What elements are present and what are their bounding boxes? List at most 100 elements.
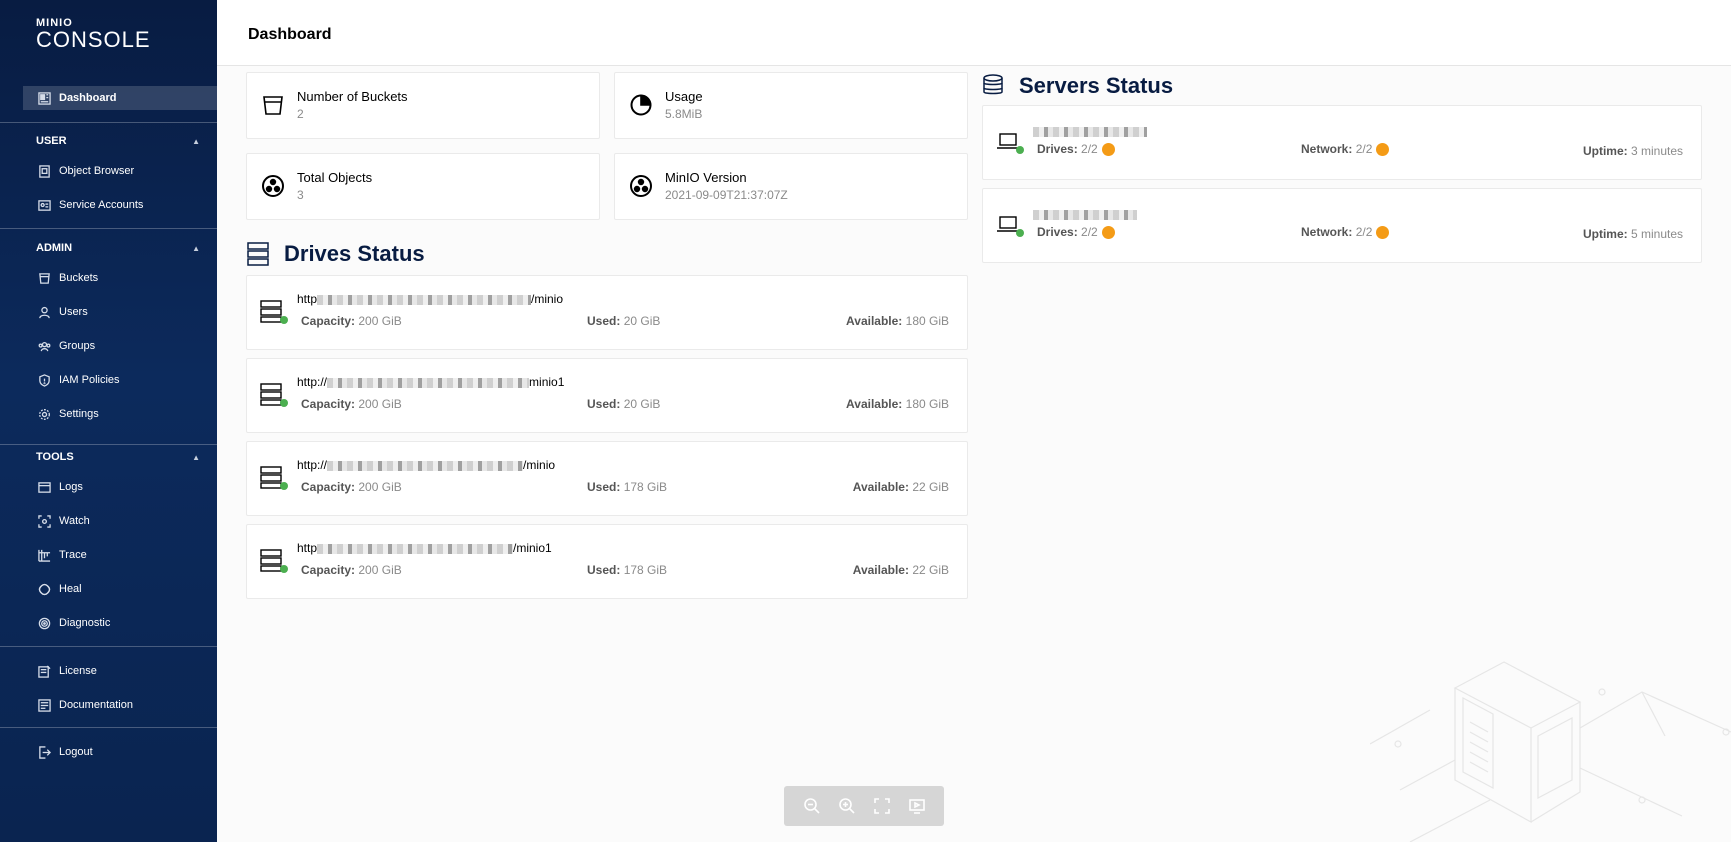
- usage-card: Usage 5.8MiB: [614, 72, 968, 139]
- screen-capture-icon[interactable]: [908, 797, 926, 815]
- server-drives: Drives: 2/2: [1037, 225, 1115, 240]
- card-label: Total Objects: [297, 170, 373, 185]
- server-network: Network: 2/2: [1301, 142, 1390, 157]
- chevron-up-icon: ▲: [192, 452, 200, 462]
- section-tools[interactable]: TOOLS ▲: [36, 451, 200, 463]
- section-user-label: USER: [36, 135, 67, 147]
- fullscreen-icon[interactable]: [873, 797, 891, 815]
- sidebar-item-logout[interactable]: Logout: [23, 740, 217, 764]
- card-value: 2021-09-09T21:37:07Z: [665, 188, 788, 202]
- sidebar-item-license[interactable]: License: [23, 659, 217, 683]
- logout-icon: [37, 745, 51, 759]
- server-uptime: Uptime: 3 minutes: [1582, 144, 1683, 158]
- section-tools-label: TOOLS: [36, 451, 74, 463]
- dashboard-icon: [37, 91, 51, 105]
- drives-status-title: Drives Status: [284, 241, 425, 266]
- license-icon: [37, 664, 51, 678]
- card-value: 5.8MiB: [665, 107, 703, 121]
- sidebar-item-watch[interactable]: Watch: [23, 509, 217, 533]
- sidebar-divider: [0, 228, 217, 229]
- drive-available: Available: 180 GiB: [846, 314, 949, 328]
- drive-capacity: Capacity: 200 GiB: [301, 397, 402, 411]
- sidebar-item-label: IAM Policies: [59, 374, 120, 386]
- documentation-icon: [37, 698, 51, 712]
- sidebar-divider: [0, 122, 217, 123]
- page-header: Dashboard: [217, 0, 1731, 66]
- sidebar-item-diagnostic[interactable]: Diagnostic: [23, 611, 217, 635]
- section-admin[interactable]: ADMIN ▲: [36, 242, 200, 254]
- drive-available: Available: 22 GiB: [852, 480, 949, 494]
- drives-status-heading: Drives Status: [246, 241, 425, 267]
- sidebar-item-label: Buckets: [59, 272, 99, 284]
- online-status-dot: [280, 482, 288, 490]
- object-browser-icon: [37, 164, 51, 178]
- chevron-up-icon: ▲: [192, 243, 200, 253]
- sidebar-item-settings[interactable]: Settings: [23, 402, 217, 426]
- logo-big-text: CONSOLE: [36, 27, 151, 52]
- version-icon: [629, 174, 655, 200]
- minio-console-logo[interactable]: MINIO CONSOLE: [36, 18, 151, 51]
- sidebar-item-heal[interactable]: Heal: [23, 577, 217, 601]
- logs-icon: [37, 480, 51, 494]
- sidebar-item-label: Documentation: [59, 699, 133, 711]
- server-network: Network: 2/2: [1301, 225, 1390, 240]
- servers-status-heading: Servers Status: [981, 73, 1173, 99]
- drives-icon: [247, 242, 269, 266]
- bucket-icon: [261, 93, 287, 119]
- drive-row: http/minio1 Capacity: 200 GiB Used: 178 …: [246, 524, 968, 599]
- online-status-dot: [280, 565, 288, 573]
- database-icon: [983, 74, 1003, 95]
- pie-chart-icon: [629, 93, 655, 119]
- server-row: Drives: 2/2 Network: 2/2 Uptime: 5 minut…: [982, 188, 1702, 263]
- card-label: Usage: [665, 89, 703, 104]
- zoom-out-icon[interactable]: [803, 797, 821, 815]
- warning-status-dot: [1101, 143, 1115, 157]
- sidebar-item-buckets[interactable]: Buckets: [23, 266, 217, 290]
- sidebar-divider: [0, 646, 217, 647]
- groups-icon: [37, 339, 51, 353]
- drive-capacity: Capacity: 200 GiB: [301, 563, 402, 577]
- server-uptime: Uptime: 5 minutes: [1582, 227, 1683, 241]
- card-value: 2: [297, 107, 304, 121]
- sidebar-item-label: Logout: [59, 746, 93, 758]
- sidebar-item-iam-policies[interactable]: IAM Policies: [23, 368, 217, 392]
- drive-used: Used: 20 GiB: [587, 397, 661, 411]
- sidebar-item-groups[interactable]: Groups: [23, 334, 217, 358]
- sidebar-item-dashboard[interactable]: Dashboard: [23, 86, 217, 110]
- sidebar-item-object-browser[interactable]: Object Browser: [23, 159, 217, 183]
- server-row: Drives: 2/2 Network: 2/2 Uptime: 3 minut…: [982, 105, 1702, 180]
- server-endpoint: [1033, 207, 1137, 221]
- zoom-in-icon[interactable]: [838, 797, 856, 815]
- drive-used: Used: 178 GiB: [587, 480, 668, 494]
- server-drives: Drives: 2/2: [1037, 142, 1115, 157]
- sidebar-item-users[interactable]: Users: [23, 300, 217, 324]
- heal-icon: [37, 582, 51, 596]
- sidebar-item-label: Service Accounts: [59, 199, 144, 211]
- sidebar-item-service-accounts[interactable]: Service Accounts: [23, 193, 217, 217]
- server-endpoint: [1033, 124, 1147, 138]
- warning-status-dot: [1101, 226, 1115, 240]
- section-user[interactable]: USER ▲: [36, 135, 200, 147]
- warning-status-dot: [1376, 143, 1390, 157]
- online-status-dot: [1016, 146, 1024, 154]
- servers-status-title: Servers Status: [1019, 73, 1174, 98]
- drive-capacity: Capacity: 200 GiB: [301, 480, 402, 494]
- sidebar-item-label: Logs: [59, 481, 83, 493]
- gear-icon: [37, 407, 51, 421]
- sidebar-item-trace[interactable]: Trace: [23, 543, 217, 567]
- server-illustration: [1370, 661, 1731, 842]
- objects-card: Total Objects 3: [246, 153, 600, 220]
- shield-icon: [37, 373, 51, 387]
- trace-icon: [37, 548, 51, 562]
- sidebar-item-logs[interactable]: Logs: [23, 475, 217, 499]
- sidebar-item-label: Diagnostic: [59, 617, 111, 629]
- online-status-dot: [1016, 229, 1024, 237]
- sidebar-item-label: Heal: [59, 583, 82, 595]
- drive-row: http://minio1 Capacity: 200 GiB Used: 20…: [246, 358, 968, 433]
- sidebar-item-label: Dashboard: [59, 92, 117, 104]
- sidebar-divider: [0, 444, 217, 445]
- sidebar-item-label: License: [59, 665, 97, 677]
- bucket-icon: [37, 271, 51, 285]
- watch-icon: [37, 514, 51, 528]
- sidebar-item-documentation[interactable]: Documentation: [23, 693, 217, 717]
